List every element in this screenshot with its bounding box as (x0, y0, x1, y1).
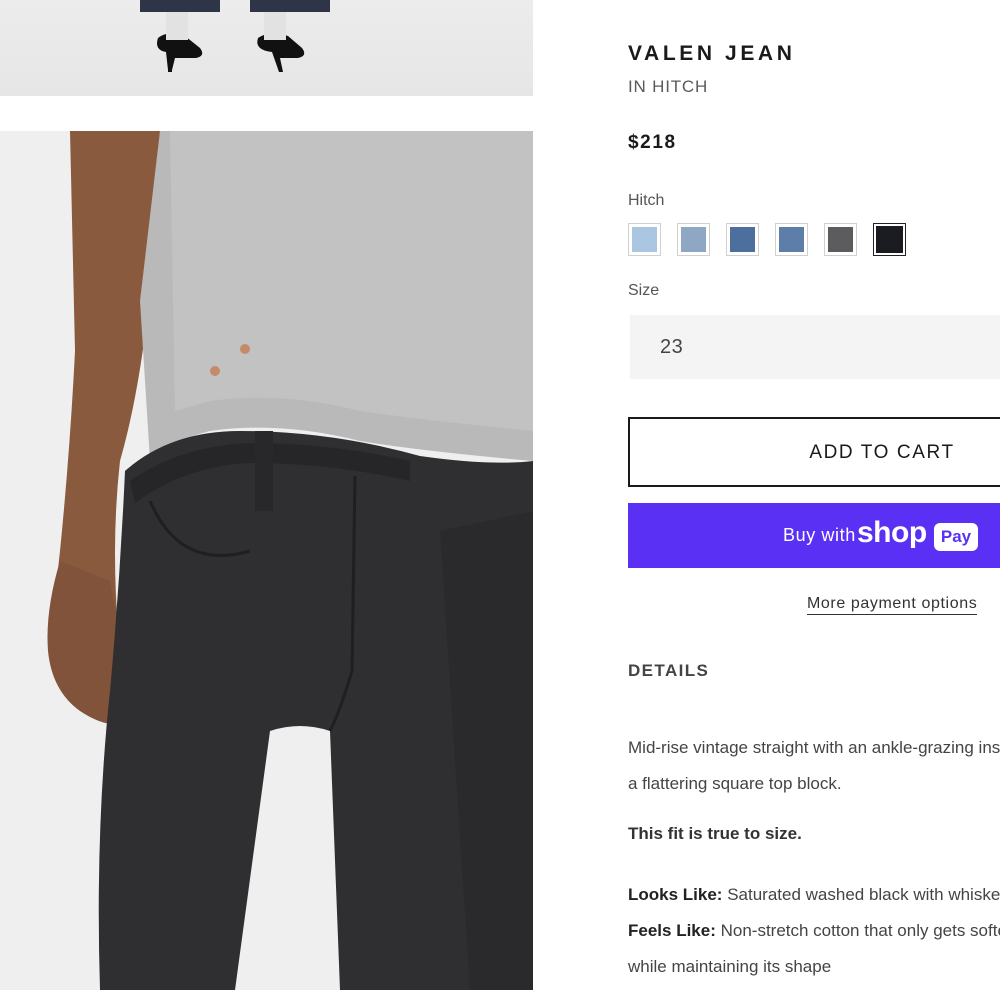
swatch-light-blue[interactable] (628, 223, 661, 256)
looks-like-row: Looks Like: Saturated washed black with … (628, 877, 1000, 913)
size-select-value: 23 (660, 336, 684, 358)
add-to-cart-button[interactable]: ADD TO CART (628, 417, 1000, 487)
swatch-grey[interactable] (824, 223, 857, 256)
product-image-front[interactable] (0, 131, 533, 990)
description-line: Mid-rise vintage straight with an ankle-… (628, 738, 1000, 757)
swatch-mid-light-blue[interactable] (677, 223, 710, 256)
shop-pay-wordmark: shop (857, 516, 927, 549)
model-shoes-illustration (140, 0, 330, 72)
fit-note: This fit is true to size. (628, 824, 802, 843)
product-description: Mid-rise vintage straight with an ankle-… (628, 730, 1000, 802)
description-line: a flattering square top block. (628, 774, 842, 793)
swatch-black[interactable] (873, 223, 906, 256)
feels-like-value: Non-stretch cotton that only gets softer… (720, 921, 1000, 940)
shop-pay-badge: Pay (934, 523, 978, 551)
product-attributes: Looks Like: Saturated washed black with … (628, 877, 1000, 985)
feels-like-label: Feels Like: (628, 921, 716, 940)
size-selector-label: Size (628, 282, 660, 299)
product-info-panel: VALEN JEAN IN HITCH $218 Hitch Size 23 A… (628, 0, 1000, 1000)
details-heading: DETAILS (628, 661, 710, 680)
more-payment-options-link[interactable]: More payment options (807, 595, 978, 615)
swatch-blue[interactable] (775, 223, 808, 256)
color-selector-label: Hitch (628, 192, 665, 209)
product-price: $218 (628, 132, 677, 153)
swatch-medium-blue[interactable] (726, 223, 759, 256)
product-color-name: IN HITCH (628, 77, 709, 96)
model-jeans-illustration (0, 131, 533, 990)
product-image-feet[interactable] (0, 0, 533, 96)
shop-pay-button[interactable]: Buy with shop Pay (628, 503, 1000, 568)
looks-like-value: Saturated washed black with whiskering (722, 885, 1000, 904)
looks-like-label: Looks Like: (628, 885, 723, 904)
add-to-cart-label: ADD TO CART (809, 442, 955, 463)
size-select[interactable]: 23 (630, 315, 1000, 379)
feels-like-row: Feels Like: Non-stretch cotton that only… (628, 913, 1000, 949)
feels-like-row-continued: while maintaining its shape (628, 957, 832, 976)
product-title: VALEN JEAN (628, 42, 796, 65)
shop-pay-prefix: Buy with (783, 525, 856, 545)
